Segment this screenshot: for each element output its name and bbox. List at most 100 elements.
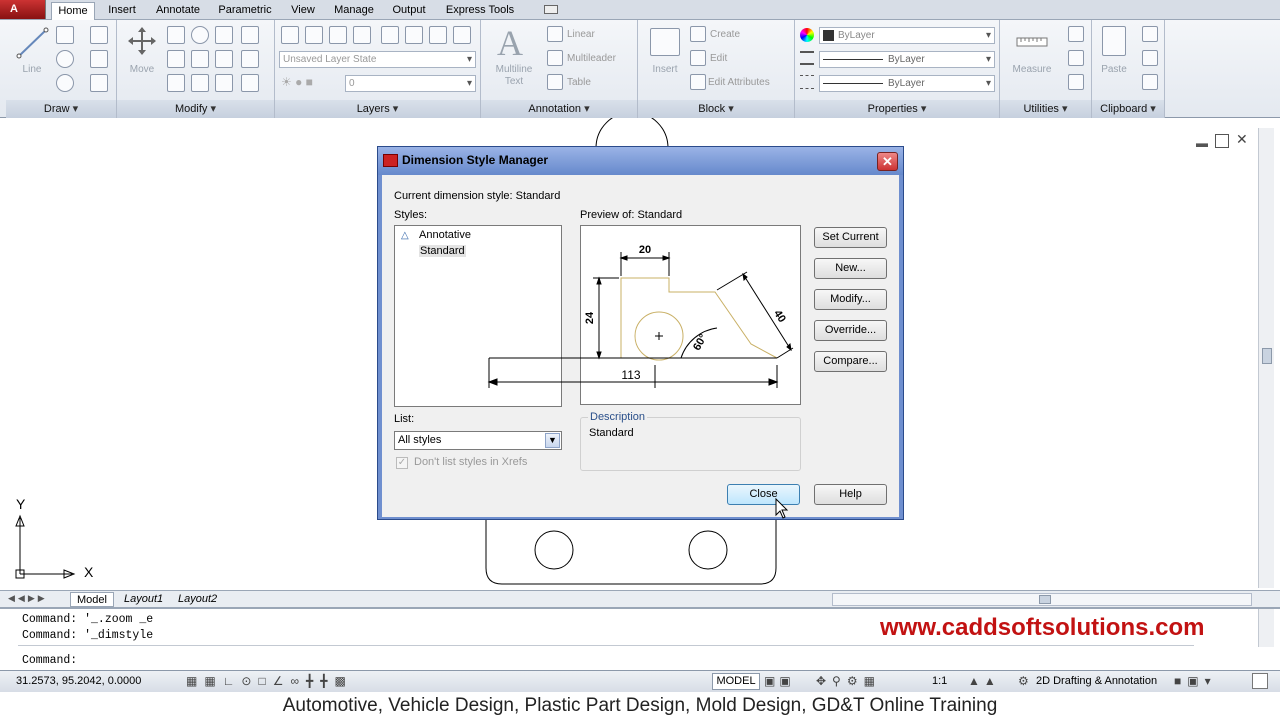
copy-clip-icon[interactable] xyxy=(1142,50,1158,66)
panel-title-clipboard[interactable]: Clipboard xyxy=(1092,100,1164,118)
help-button[interactable]: Help xyxy=(814,484,887,505)
insert-block-icon[interactable] xyxy=(650,28,680,56)
navigation-icons[interactable]: ✥⚲⚙▦ xyxy=(816,674,906,688)
layer-previous-icon[interactable] xyxy=(405,26,423,44)
move-icon[interactable] xyxy=(127,26,157,56)
panel-title-layers[interactable]: Layers xyxy=(275,100,480,118)
chamfer-icon[interactable] xyxy=(241,74,259,92)
layer-properties-icon[interactable] xyxy=(281,26,299,44)
command-scrollbar[interactable] xyxy=(1258,609,1274,647)
tray-icons[interactable]: ■▣▾ xyxy=(1174,674,1217,688)
quick-select-icon[interactable] xyxy=(1068,26,1084,42)
annotation-scale[interactable]: 1:1 xyxy=(932,675,947,687)
layer-isolate-icon[interactable] xyxy=(329,26,347,44)
drawing-restore-icon[interactable] xyxy=(1215,134,1229,148)
horizontal-scroll-thumb[interactable] xyxy=(1039,595,1051,604)
chevron-down-icon[interactable]: ▼ xyxy=(545,433,560,448)
copy-icon[interactable] xyxy=(167,26,185,44)
panel-title-modify[interactable]: Modify xyxy=(117,100,274,118)
tab-home[interactable]: Home xyxy=(51,2,95,20)
explode-icon[interactable] xyxy=(215,50,233,68)
dialog-titlebar[interactable]: Dimension Style Manager ✕ xyxy=(378,147,903,175)
drawing-minimize-icon[interactable]: ▬ xyxy=(1196,136,1210,150)
ribbon-minimize-icon[interactable] xyxy=(544,5,558,14)
compare-button[interactable]: Compare... xyxy=(814,351,887,372)
line-tool-icon[interactable] xyxy=(16,26,50,60)
tab-insert[interactable]: Insert xyxy=(100,2,144,20)
list-filter-select[interactable]: All styles ▼ xyxy=(394,431,562,450)
linear-dim-icon[interactable] xyxy=(547,26,563,42)
viewport-icons[interactable]: ▣▣ xyxy=(764,674,804,688)
linetype-icon[interactable] xyxy=(800,75,814,89)
select-similar-icon[interactable] xyxy=(1068,50,1084,66)
dialog-close-icon[interactable]: ✕ xyxy=(877,152,898,171)
create-block-icon[interactable] xyxy=(690,26,706,42)
override-button[interactable]: Override... xyxy=(814,320,887,341)
multiline-text-icon[interactable]: A xyxy=(497,22,523,64)
layer-off-icon[interactable] xyxy=(453,26,471,44)
layer-unisolate-icon[interactable] xyxy=(353,26,371,44)
table-icon[interactable] xyxy=(547,74,563,90)
styles-list[interactable]: △ Annotative Standard xyxy=(394,225,562,407)
scale-icon[interactable] xyxy=(167,74,185,92)
modify-button[interactable]: Modify... xyxy=(814,289,887,310)
tab-layout1[interactable]: Layout1 xyxy=(118,592,169,607)
paste-icon[interactable] xyxy=(1102,26,1126,56)
panel-title-draw[interactable]: Draw xyxy=(6,100,116,118)
tab-view[interactable]: View xyxy=(284,2,322,20)
calculator-icon[interactable] xyxy=(1068,74,1084,90)
annotation-visibility-icons[interactable]: ▲▲ xyxy=(968,674,1000,688)
mirror-icon[interactable] xyxy=(167,50,185,68)
close-button[interactable]: Close xyxy=(727,484,800,505)
drawing-close-icon[interactable]: ✕ xyxy=(1236,131,1248,148)
tab-express-tools[interactable]: Express Tools xyxy=(438,2,522,20)
vertical-scrollbar[interactable] xyxy=(1258,128,1274,588)
edit-attributes-icon[interactable] xyxy=(690,74,706,90)
erase-icon[interactable] xyxy=(241,26,259,44)
workspace-gear-icon[interactable]: ⚙ xyxy=(1018,674,1029,688)
table-label[interactable]: Table xyxy=(567,77,591,88)
model-space-toggle[interactable]: MODEL xyxy=(712,673,760,690)
workspace-switcher[interactable]: 2D Drafting & Annotation xyxy=(1036,675,1157,687)
clean-screen-icon[interactable] xyxy=(1252,673,1268,689)
trim-icon[interactable] xyxy=(215,26,233,44)
multileader-icon[interactable] xyxy=(547,50,563,66)
coordinates-readout[interactable]: 31.2573, 95.2042, 0.0000 xyxy=(16,675,141,687)
layer-status-icons[interactable]: ☀ ● ■ xyxy=(281,75,341,92)
rotate-icon[interactable] xyxy=(191,26,209,44)
panel-title-block[interactable]: Block xyxy=(638,100,794,118)
panel-title-annotation[interactable]: Annotation xyxy=(481,100,637,118)
layer-states-icon[interactable] xyxy=(305,26,323,44)
tab-output[interactable]: Output xyxy=(386,2,432,20)
application-menu-button[interactable]: A xyxy=(0,0,46,19)
set-current-button[interactable]: Set Current xyxy=(814,227,887,248)
vertical-scroll-thumb[interactable] xyxy=(1262,348,1272,364)
xref-checkbox[interactable]: ✓ xyxy=(396,457,408,469)
color-wheel-icon[interactable] xyxy=(800,28,814,42)
multileader-label[interactable]: Multileader xyxy=(567,53,616,64)
polyline-icon[interactable] xyxy=(56,26,74,44)
array-icon[interactable] xyxy=(191,74,209,92)
tab-model[interactable]: Model xyxy=(70,592,114,607)
cut-icon[interactable] xyxy=(1142,26,1158,42)
panel-title-utilities[interactable]: Utilities xyxy=(1000,100,1091,118)
color-dropdown[interactable]: ByLayer xyxy=(819,27,995,44)
circle-icon[interactable] xyxy=(56,50,74,68)
horizontal-scrollbar[interactable] xyxy=(832,593,1252,606)
linear-label[interactable]: Linear xyxy=(567,29,595,40)
command-prompt[interactable]: Command: xyxy=(22,654,77,667)
layer-state-dropdown[interactable]: Unsaved Layer State xyxy=(279,51,476,68)
drafting-toggles[interactable]: ▦▦∟⊙□∠∞╋╋▩ xyxy=(186,674,402,689)
tab-layout2[interactable]: Layout2 xyxy=(172,592,223,607)
rectangle-icon[interactable] xyxy=(90,50,108,68)
layer-match-icon[interactable] xyxy=(381,26,399,44)
undo-arc-icon[interactable] xyxy=(90,26,108,44)
tab-manage[interactable]: Manage xyxy=(328,2,380,20)
measure-icon[interactable] xyxy=(1016,34,1048,50)
tab-annotate[interactable]: Annotate xyxy=(150,2,206,20)
ellipse-icon[interactable] xyxy=(56,74,74,92)
lineweight-icon[interactable] xyxy=(800,51,814,65)
layer-walk-icon[interactable] xyxy=(429,26,447,44)
style-item-annotative[interactable]: Annotative xyxy=(419,229,471,241)
panel-title-properties[interactable]: Properties xyxy=(795,100,999,118)
